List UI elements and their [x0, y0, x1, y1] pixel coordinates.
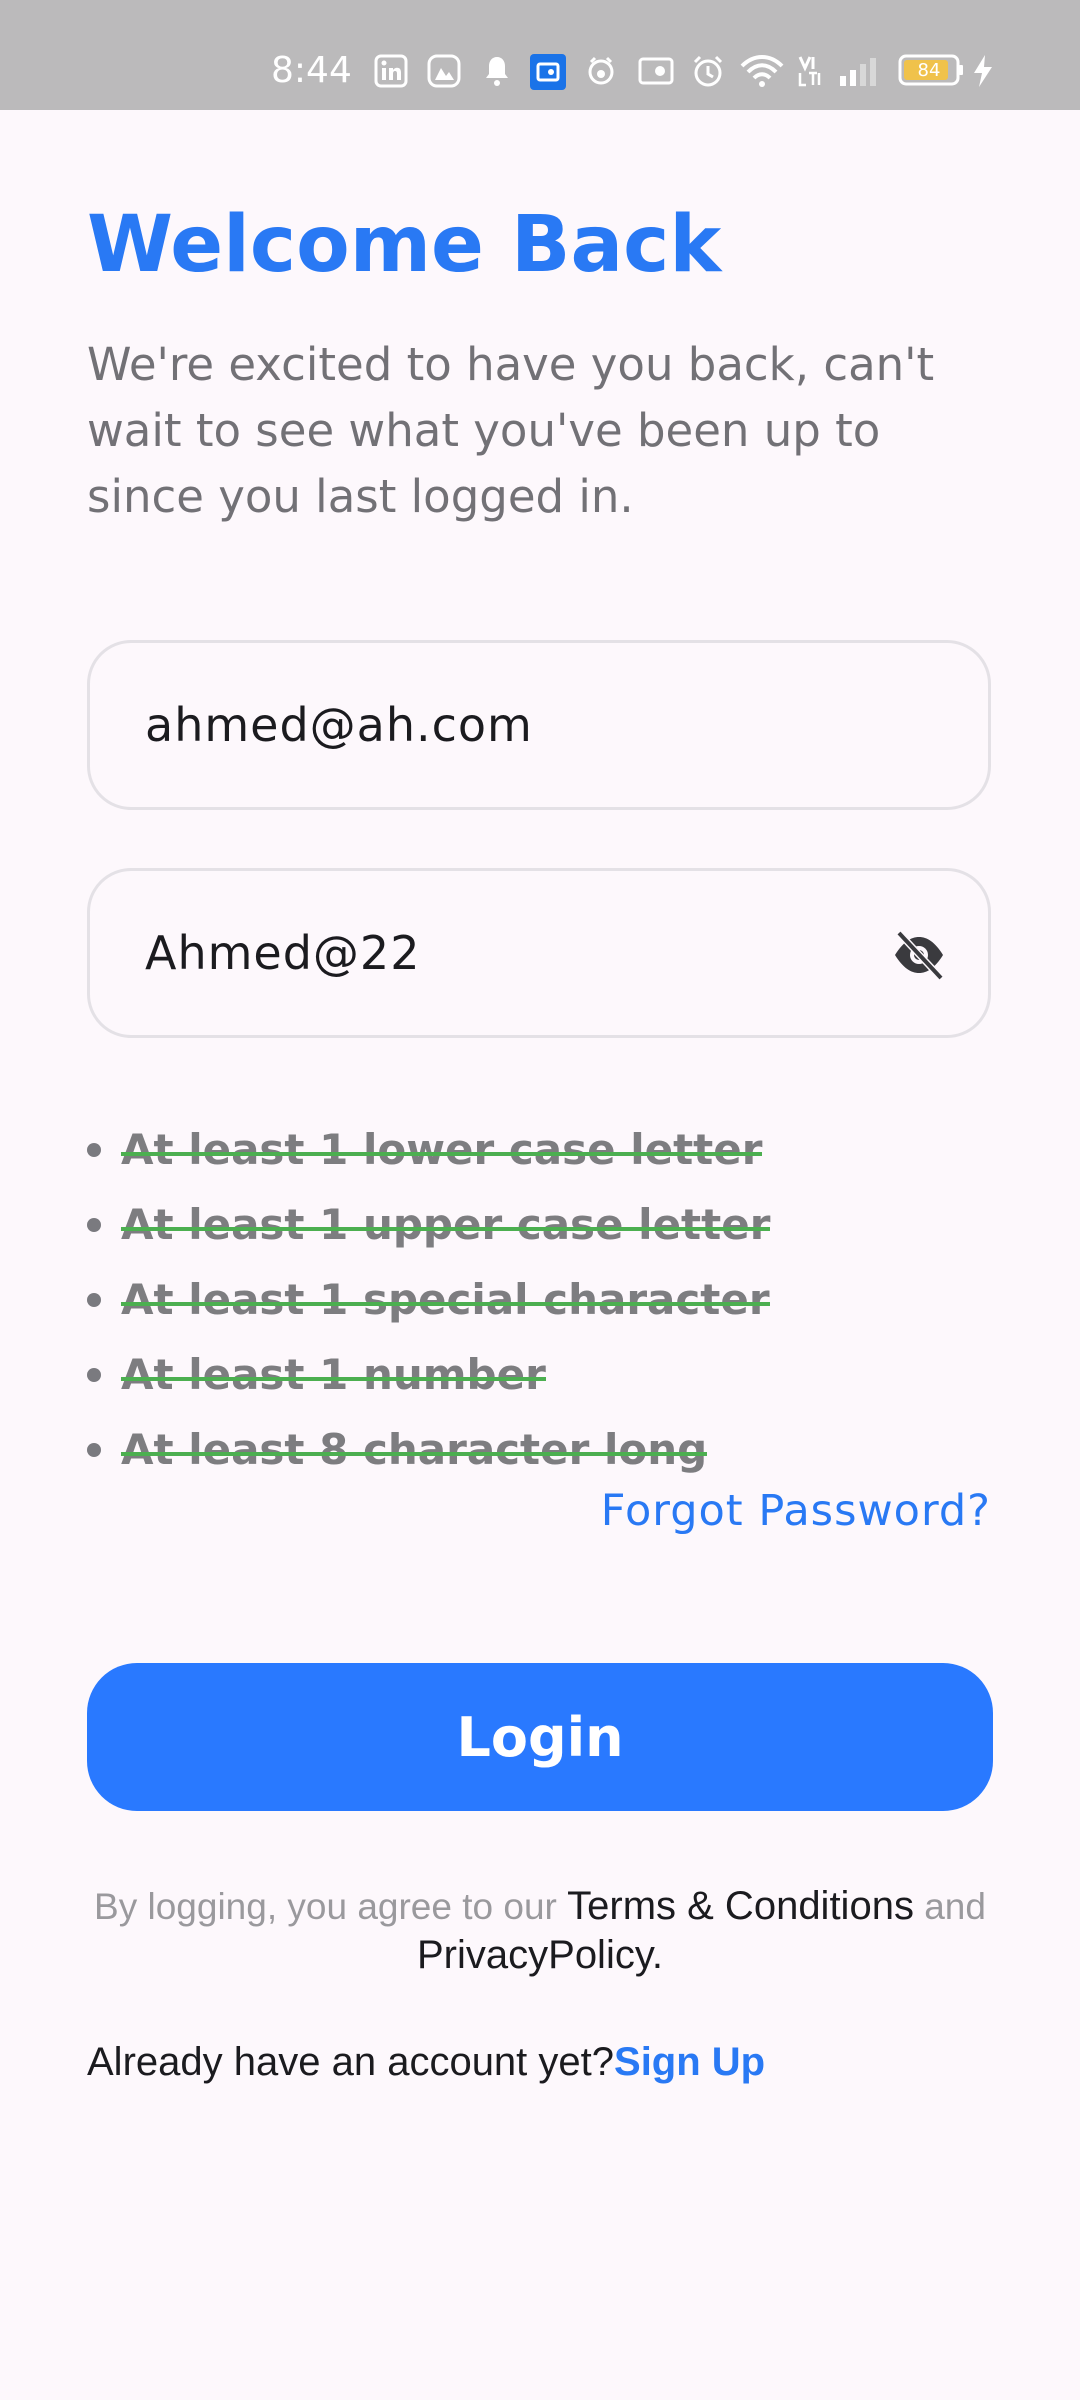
privacy-policy-link[interactable]: PrivacyPolicy.: [417, 1933, 663, 1977]
page-subtitle: We're excited to have you back, can't wa…: [87, 338, 935, 523]
battery-level-text: 84: [918, 60, 941, 81]
wifi-icon: [740, 54, 784, 88]
status-time: 8:44: [271, 50, 352, 91]
volte-icon: [797, 54, 823, 88]
terms-conditions-link[interactable]: Terms & Conditions: [567, 1884, 914, 1928]
bullet-dot: [87, 1292, 101, 1307]
terms-prefix: By logging, you agree to our: [94, 1886, 568, 1927]
cast-icon: [638, 54, 674, 88]
forgot-password-link[interactable]: Forgot Password?: [601, 1486, 991, 1536]
terms-notice: By logging, you agree to our Terms & Con…: [40, 1882, 1040, 1980]
app-notification-icon: [530, 54, 566, 90]
password-rule-text: At least 1 upper case letter: [121, 1200, 771, 1249]
charging-icon: [972, 54, 994, 88]
signal-icon: [838, 54, 882, 88]
password-field-container[interactable]: [87, 868, 991, 1038]
password-rule: At least 1 upper case letter: [87, 1187, 771, 1262]
password-rules-list: At least 1 lower case letter At least 1 …: [87, 1112, 771, 1487]
password-rule: At least 8 character long: [87, 1412, 770, 1487]
terms-conjunction: and: [913, 1886, 986, 1927]
bullet-dot: [87, 1217, 101, 1232]
password-rule-text: At least 1 lower case letter: [121, 1125, 763, 1174]
email-field[interactable]: [145, 643, 905, 807]
email-field-container[interactable]: [87, 640, 991, 810]
sign-up-link[interactable]: Sign Up: [614, 2040, 765, 2084]
eye-off-icon[interactable]: [890, 926, 948, 984]
alarm-icon: [691, 54, 725, 88]
pet-app-icon: [585, 54, 617, 88]
bullet-dot: [87, 1142, 101, 1157]
password-rule-text: At least 1 number: [121, 1350, 546, 1399]
login-button[interactable]: Login: [87, 1663, 993, 1811]
linkedin-icon: [374, 54, 408, 88]
password-rule: At least 1 number: [87, 1337, 770, 1412]
page-title: Welcome Back: [87, 200, 722, 290]
bullet-dot: [87, 1442, 101, 1457]
status-bar: 8:44 84: [0, 0, 1080, 110]
password-rule-text: At least 1 special character: [121, 1275, 770, 1324]
signup-prompt: Already have an account yet?: [87, 2040, 615, 2084]
gallery-app-icon: [427, 54, 461, 88]
password-rule: At least 1 special character: [87, 1262, 770, 1337]
password-rule-text: At least 8 character long: [121, 1425, 708, 1474]
password-rule: At least 1 lower case letter: [87, 1112, 770, 1187]
bullet-dot: [87, 1367, 101, 1382]
notification-bell-icon: [482, 54, 512, 88]
battery-icon: 84: [898, 53, 964, 87]
password-field[interactable]: [145, 871, 905, 1035]
signup-row: Already have an account yet?Sign Up: [87, 2040, 765, 2085]
